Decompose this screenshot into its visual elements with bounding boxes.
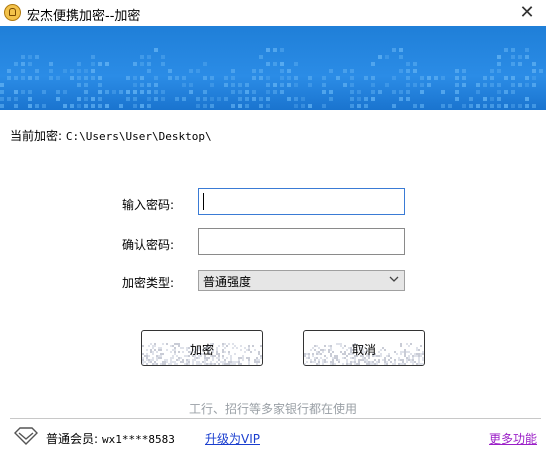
chevron-down-icon — [389, 276, 399, 282]
password-label: 输入密码: — [122, 198, 175, 212]
user-id: wx1****8583 — [102, 433, 175, 446]
cancel-button[interactable]: 取消 — [303, 330, 425, 366]
encrypt-button[interactable]: 加密 — [141, 330, 263, 366]
diamond-icon — [14, 427, 38, 445]
encrypt-button-label: 加密 — [189, 343, 214, 357]
footer-divider — [10, 418, 541, 419]
app-lock-icon — [4, 4, 21, 21]
member-level-label: 普通会员: — [46, 432, 99, 446]
encryption-type-value: 普通强度 — [203, 275, 252, 289]
close-button[interactable]: ✕ — [516, 2, 538, 24]
encryption-type-label: 加密类型: — [122, 276, 175, 290]
title-bar: 宏杰便携加密--加密 ✕ — [0, 0, 546, 26]
banner-world-map-graphic — [0, 48, 543, 108]
cancel-button-label: 取消 — [351, 343, 376, 357]
current-path-row: 当前加密: C:\Users\User\Desktop\ — [10, 127, 212, 144]
member-info: 普通会员: wx1****8583 — [46, 430, 175, 447]
more-features-link[interactable]: 更多功能 — [489, 430, 537, 447]
current-path-value: C:\Users\User\Desktop\ — [65, 130, 212, 143]
text-caret — [203, 193, 204, 210]
confirm-password-input[interactable] — [198, 228, 405, 255]
password-input[interactable] — [198, 188, 405, 215]
window-title: 宏杰便携加密--加密 — [27, 9, 141, 24]
upgrade-vip-link[interactable]: 升级为VIP — [205, 430, 260, 447]
header-banner — [0, 26, 546, 110]
encryption-type-select[interactable]: 普通强度 — [198, 270, 405, 291]
current-path-label: 当前加密: — [10, 129, 63, 143]
confirm-password-label: 确认密码: — [122, 238, 175, 252]
slogan-text: 工行、招行等多家银行都在使用 — [188, 402, 357, 416]
